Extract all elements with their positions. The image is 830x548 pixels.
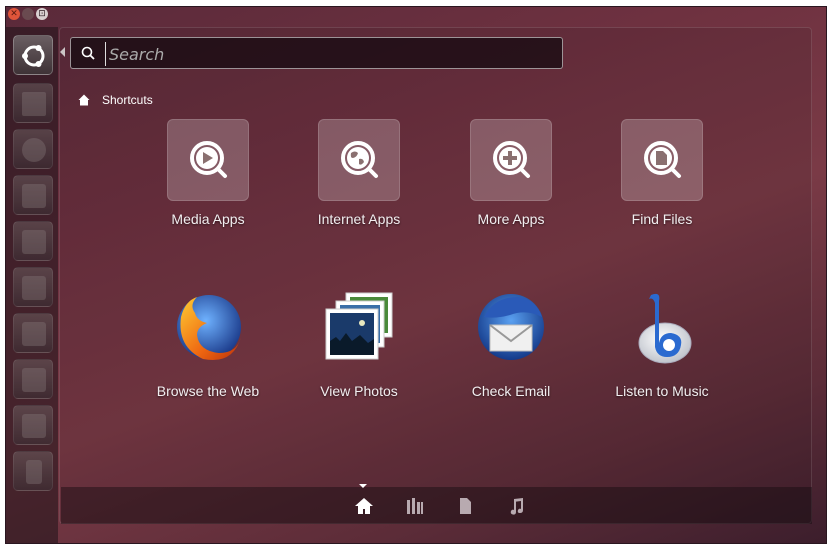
applications-lens-icon[interactable] bbox=[405, 497, 425, 515]
shortcut-more-apps[interactable]: More Apps bbox=[440, 119, 580, 259]
impress-presentation-icon bbox=[22, 276, 46, 300]
thunderbird-icon bbox=[478, 294, 544, 360]
web-browser-icon bbox=[22, 138, 46, 162]
internet-apps-icon bbox=[341, 141, 378, 178]
shortcut-check-email[interactable]: Check Email bbox=[440, 287, 580, 427]
search-bar[interactable] bbox=[70, 37, 563, 69]
photos-icon bbox=[325, 292, 393, 360]
launcher-item-software-center[interactable] bbox=[13, 313, 53, 353]
lens-bar bbox=[61, 484, 812, 524]
home-icon bbox=[78, 94, 90, 106]
calc-spreadsheet-icon bbox=[22, 230, 46, 254]
launcher-item-workspaces[interactable] bbox=[13, 405, 53, 445]
find-files-icon bbox=[644, 141, 681, 178]
launcher-item-lock[interactable] bbox=[13, 359, 53, 399]
tile-icon-wrap bbox=[621, 287, 703, 369]
minimize-button[interactable] bbox=[22, 8, 34, 20]
trash-icon bbox=[26, 460, 42, 484]
more-apps-icon bbox=[493, 141, 530, 178]
tile-label: Browse the Web bbox=[156, 383, 260, 399]
close-button[interactable]: ✕ bbox=[8, 8, 20, 20]
workspace-switcher-icon bbox=[22, 414, 46, 438]
shortcuts-header: Shortcuts bbox=[78, 93, 153, 107]
tile-label: View Photos bbox=[320, 383, 398, 399]
tile-icon-wrap bbox=[167, 287, 249, 369]
shortcut-browse-web[interactable]: Browse the Web bbox=[137, 287, 277, 427]
launcher-item-calc[interactable] bbox=[13, 221, 53, 261]
tile-label: Internet Apps bbox=[317, 211, 401, 227]
search-input[interactable] bbox=[105, 42, 545, 66]
launcher-item-dash[interactable] bbox=[13, 35, 53, 75]
tile-icon-wrap bbox=[318, 287, 400, 369]
tile-icon-wrap bbox=[318, 119, 400, 201]
launcher bbox=[6, 27, 58, 543]
files-lens-icon[interactable] bbox=[455, 497, 475, 515]
tile-label: Find Files bbox=[631, 211, 693, 227]
launcher-item-browser[interactable] bbox=[13, 129, 53, 169]
media-apps-icon bbox=[190, 141, 227, 178]
tile-icon-wrap bbox=[470, 287, 552, 369]
ubuntu-dash-screen: ✕ ⊡ Search Shortcuts Media Apps Internet… bbox=[5, 6, 827, 544]
banshee-icon bbox=[638, 293, 692, 364]
section-label: Shortcuts bbox=[102, 93, 153, 107]
music-lens-icon[interactable] bbox=[507, 497, 527, 515]
lock-icon bbox=[22, 368, 46, 392]
shortcut-find-files[interactable]: Find Files bbox=[591, 119, 731, 259]
launcher-item-writer[interactable] bbox=[13, 175, 53, 215]
window-controls: ✕ ⊡ bbox=[8, 8, 48, 20]
tile-label: Check Email bbox=[471, 383, 551, 399]
ubuntu-dash-icon bbox=[22, 45, 45, 67]
search-icon bbox=[81, 46, 95, 60]
tile-label: Media Apps bbox=[171, 211, 245, 227]
launcher-item-impress[interactable] bbox=[13, 267, 53, 307]
software-center-icon bbox=[22, 322, 46, 346]
maximize-button[interactable]: ⊡ bbox=[36, 8, 48, 20]
files-folder-icon bbox=[22, 92, 46, 116]
launcher-item-trash[interactable] bbox=[13, 451, 53, 491]
shortcut-listen-music[interactable]: Listen to Music bbox=[591, 287, 731, 427]
firefox-icon bbox=[177, 295, 241, 361]
launcher-item-files[interactable] bbox=[13, 83, 53, 123]
tile-label: More Apps bbox=[477, 211, 545, 227]
tile-icon-wrap bbox=[470, 119, 552, 201]
home-lens-icon[interactable] bbox=[354, 497, 374, 515]
writer-document-icon bbox=[22, 184, 46, 208]
shortcut-media-apps[interactable]: Media Apps bbox=[137, 119, 277, 259]
shortcut-internet-apps[interactable]: Internet Apps bbox=[288, 119, 428, 259]
shortcut-view-photos[interactable]: View Photos bbox=[288, 287, 428, 427]
tile-label: Listen to Music bbox=[615, 383, 709, 399]
tile-icon-wrap bbox=[621, 119, 703, 201]
active-lens-indicator bbox=[359, 484, 367, 488]
tile-icon-wrap bbox=[167, 119, 249, 201]
dash-panel bbox=[59, 27, 812, 524]
